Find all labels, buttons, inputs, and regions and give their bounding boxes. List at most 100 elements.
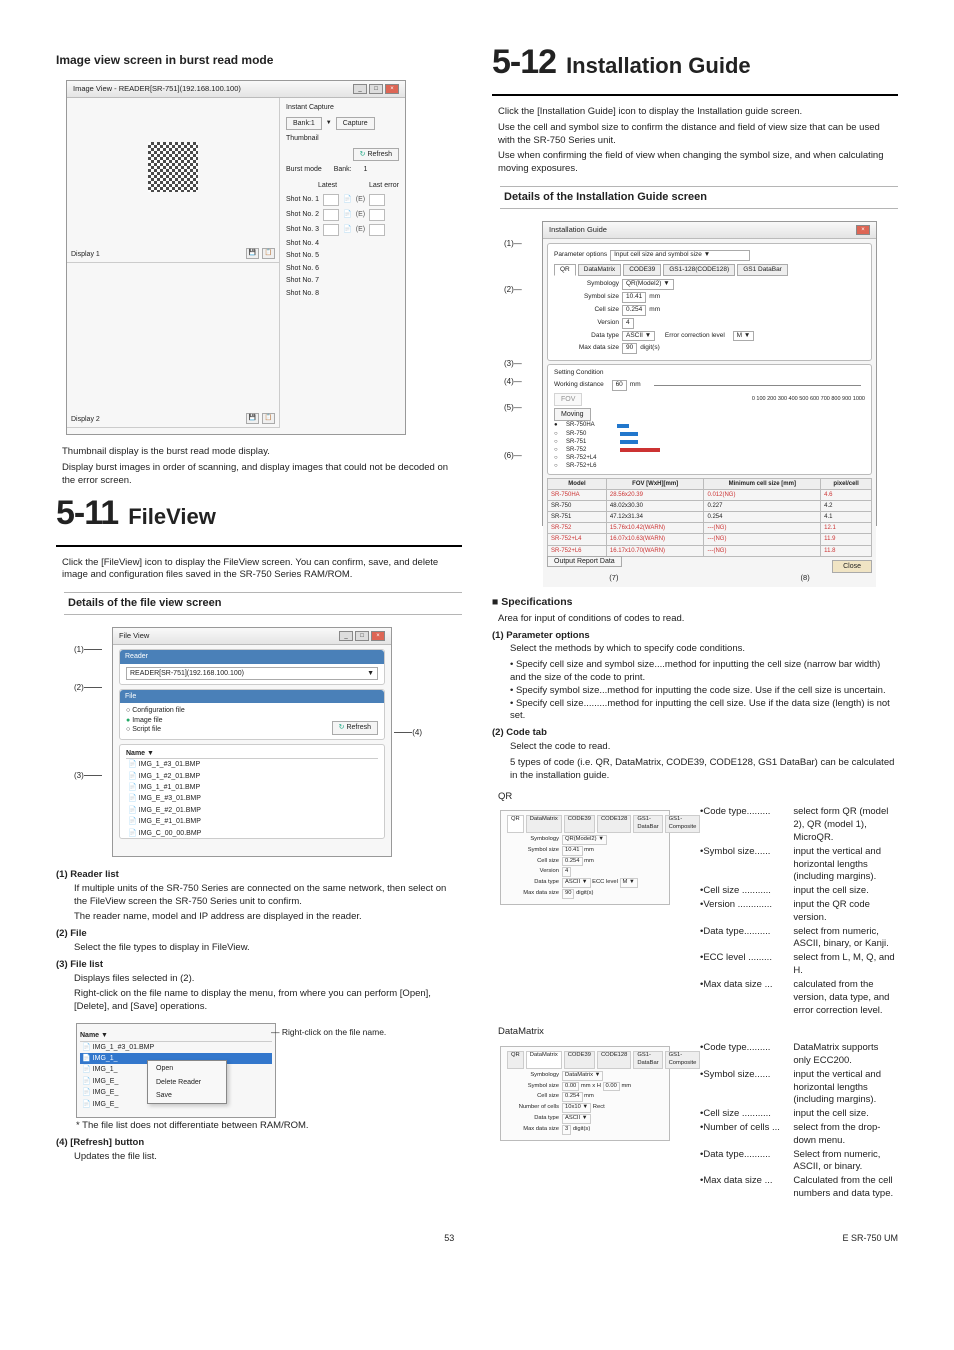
thumb-icon[interactable]: [369, 194, 385, 206]
tab-gs1[interactable]: GS1 DataBar: [737, 264, 788, 277]
tab-qr[interactable]: QR: [507, 1051, 524, 1069]
refresh-button[interactable]: Refresh: [353, 148, 399, 161]
file-row[interactable]: 📄 IMG_C_00_00.BMP: [126, 828, 378, 839]
reader-header: Reader: [120, 650, 384, 663]
model-label: SR-752: [566, 446, 586, 454]
symbol-size-input[interactable]: 10.41: [562, 846, 583, 856]
output-report-button[interactable]: Output Report Data: [547, 556, 622, 567]
radio-icon[interactable]: ○: [554, 454, 564, 462]
radio-config[interactable]: Configuration file: [126, 706, 378, 715]
file-row[interactable]: 📄 IMG_1_#2_01.BMP: [126, 771, 378, 782]
refresh-button[interactable]: Refresh: [332, 721, 378, 734]
radio-icon[interactable]: ○: [554, 446, 564, 454]
tab-code128[interactable]: GS1-128(CODE128): [663, 264, 735, 277]
context-menu-screenshot: Name ▼ 📄 IMG_1_#3_01.BMP 📄 IMG_1_ 📄 IMG_…: [76, 1023, 276, 1118]
ctx-save[interactable]: Save: [148, 1089, 226, 1102]
close-icon[interactable]: ×: [385, 84, 399, 94]
tab-qr[interactable]: QR: [554, 264, 576, 277]
thumb-icon[interactable]: 📄: [343, 210, 352, 219]
slider-track[interactable]: [654, 385, 861, 386]
reader-dropdown[interactable]: READER[SR-751](192.168.100.100) ▼: [126, 667, 378, 680]
radio-icon[interactable]: ○: [554, 430, 564, 438]
fv1-title: (1) Reader list: [56, 869, 462, 882]
close-button[interactable]: Close: [832, 560, 872, 573]
maximize-icon[interactable]: □: [355, 631, 369, 641]
cell-size-input[interactable]: 0.254: [562, 1092, 583, 1102]
p1-s2: Specify symbol size...method for inputti…: [510, 685, 898, 698]
chapter-5-11-title: 5-11 FileView: [56, 491, 462, 537]
model-label: SR-752+L6: [566, 462, 597, 470]
thumb-icon[interactable]: [369, 224, 385, 236]
data-type-select[interactable]: ASCII ▼: [622, 331, 655, 342]
capture-button[interactable]: Capture: [336, 117, 375, 130]
radio-icon[interactable]: ○: [554, 462, 564, 470]
thumb-icon[interactable]: [369, 209, 385, 221]
bank-select[interactable]: Bank:1: [286, 117, 322, 130]
cell-size-input[interactable]: 0.254: [622, 305, 646, 316]
model-label: SR-751: [566, 438, 586, 446]
version-input[interactable]: 4: [562, 867, 571, 877]
symbology-select[interactable]: QR(Model2) ▼: [622, 279, 674, 290]
param-opt-select[interactable]: Input cell size and symbol size ▼: [610, 250, 750, 261]
tab-g1[interactable]: GS1-DataBar: [633, 815, 662, 833]
ecc-select[interactable]: M ▼: [733, 331, 755, 342]
file-row[interactable]: 📄 IMG_E_#2_01.BMP: [126, 805, 378, 816]
file-row[interactable]: 📄 IMG_1_#3_01.BMP: [126, 759, 378, 770]
copy-icon[interactable]: 📋: [262, 413, 275, 424]
symbol-h-input[interactable]: 0.00: [603, 1082, 620, 1092]
numcells-select[interactable]: 10x10 ▼: [562, 1103, 591, 1113]
tab-c128[interactable]: CODE128: [597, 1051, 631, 1069]
radio-icon[interactable]: ○: [554, 438, 564, 446]
close-icon[interactable]: ×: [856, 225, 870, 235]
file-row[interactable]: 📄 IMG_1_#1_01.BMP: [126, 782, 378, 793]
fv2-title: (2) File: [56, 928, 462, 941]
moving-button[interactable]: Moving: [554, 408, 591, 421]
maximize-icon[interactable]: □: [369, 84, 383, 94]
save-icon[interactable]: 💾: [246, 413, 259, 424]
thumb-icon[interactable]: 📄: [343, 195, 352, 204]
symbol-size-input[interactable]: 10.41: [622, 292, 646, 303]
tab-g1[interactable]: GS1-DataBar: [633, 1051, 662, 1069]
symbol-w-input[interactable]: 0.00: [562, 1082, 579, 1092]
name-column[interactable]: Name ▼: [126, 749, 378, 759]
ecc-select[interactable]: M ▼: [620, 878, 638, 888]
thumb-icon[interactable]: [323, 224, 339, 236]
data-type-select[interactable]: ASCII ▼: [562, 1114, 591, 1124]
max-value: 3: [562, 1125, 571, 1135]
tab-datamatrix[interactable]: DataMatrix: [578, 264, 621, 277]
tab-c39[interactable]: CODE39: [564, 1051, 595, 1069]
tab-code39[interactable]: CODE39: [623, 264, 661, 277]
radio-icon[interactable]: ●: [554, 421, 564, 429]
spec-head: Specifications: [492, 595, 898, 609]
dropdown-icon[interactable]: ▼: [326, 119, 332, 127]
tab-c39[interactable]: CODE39: [564, 815, 595, 833]
close-icon[interactable]: ×: [371, 631, 385, 641]
burst-window-title: Image View - READER[SR-751](192.168.100.…: [73, 84, 241, 94]
tab-dm[interactable]: DataMatrix: [526, 815, 562, 833]
wd-input[interactable]: 60: [612, 380, 627, 391]
version-input[interactable]: 4: [622, 318, 634, 329]
table-row: SR-75147.12x31.340.2544.1: [548, 512, 872, 523]
minimize-icon[interactable]: _: [353, 84, 367, 94]
cell-size-input[interactable]: 0.254: [562, 857, 583, 867]
ctx-open[interactable]: Open: [148, 1062, 226, 1075]
file-row[interactable]: 📄 IMG_E_#3_01.BMP: [126, 793, 378, 804]
thumb-icon[interactable]: [323, 209, 339, 221]
minimize-icon[interactable]: _: [339, 631, 353, 641]
save-icon[interactable]: 💾: [246, 248, 259, 259]
thumb-icon[interactable]: 📄: [343, 225, 352, 234]
data-type-select[interactable]: ASCII ▼: [562, 878, 591, 888]
file-row[interactable]: 📄 IMG_E_#1_01.BMP: [126, 816, 378, 827]
symbology-select[interactable]: DataMatrix ▼: [562, 1071, 603, 1081]
file-row[interactable]: 📄 IMG_1_#3_01.BMP: [80, 1042, 272, 1053]
thumb-icon[interactable]: [323, 194, 339, 206]
ctx-delete[interactable]: Delete Reader: [148, 1076, 226, 1089]
dm-param: • Data type..........Select from numeric…: [700, 1149, 898, 1175]
tab-dm[interactable]: DataMatrix: [526, 1051, 562, 1069]
tab-c128[interactable]: CODE128: [597, 815, 631, 833]
symbology-select[interactable]: QR(Model2) ▼: [562, 835, 607, 845]
mm-label: mm: [621, 1083, 631, 1091]
symbol-size-label: Symbol size: [507, 847, 562, 855]
tab-qr[interactable]: QR: [507, 815, 524, 833]
copy-icon[interactable]: 📋: [262, 248, 275, 259]
